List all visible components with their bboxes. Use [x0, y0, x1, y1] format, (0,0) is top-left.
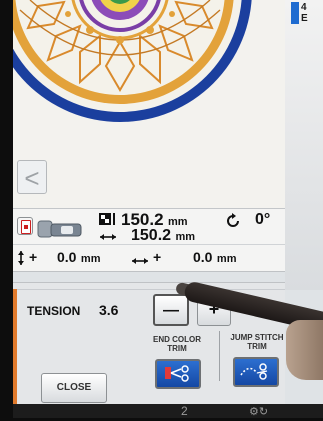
y-sign: +	[29, 249, 38, 265]
bottom-bar: 2 ⚙↻	[13, 404, 323, 418]
hoop-frame-icon	[37, 219, 83, 239]
frame-marker-icon	[21, 220, 31, 234]
close-button[interactable]: CLOSE	[41, 373, 107, 403]
thread-swatch	[291, 2, 299, 24]
y-value: 0.0	[57, 249, 77, 265]
y-unit: mm	[80, 253, 101, 265]
tension-label: TENSION	[27, 304, 81, 318]
machine-screen: 4 E < L	[13, 0, 323, 418]
x-value: 0.0	[193, 249, 213, 265]
divider	[219, 331, 220, 381]
end-color-trim-label: END COLOR	[153, 335, 201, 344]
x-unit: mm	[216, 253, 237, 265]
tension-value: 3.6	[99, 302, 119, 318]
right-sidebar	[285, 0, 323, 290]
x-sign: +	[153, 249, 162, 265]
size-info-bar: 150.2 mm 150.2 mm 0°	[13, 208, 285, 245]
end-color-trim-label-2: TRIM	[167, 344, 187, 353]
design-preview	[13, 0, 286, 208]
thread-code: E	[301, 13, 308, 24]
page-number: 2	[181, 404, 188, 418]
jump-stitch-trim-label: JUMP STITCH	[230, 333, 284, 342]
jump-stitch-icon	[240, 363, 268, 380]
jump-stitch-trim-label-2: TRIM	[247, 342, 267, 351]
tension-minus-button[interactable]: —	[153, 294, 189, 326]
end-color-trim-button[interactable]	[155, 359, 201, 389]
size-square-icon	[99, 213, 117, 227]
rotate-circle-icon	[225, 213, 241, 229]
previous-button[interactable]: <	[17, 160, 47, 194]
thread-number: 4	[301, 2, 307, 13]
position-info-bar: + 0.0 mm + 0.0 mm	[13, 244, 285, 272]
finger	[286, 320, 323, 380]
jump-stitch-trim-button[interactable]	[233, 357, 279, 387]
mandala-design-icon	[13, 0, 252, 122]
vertical-arrows-icon	[17, 250, 25, 266]
rotation-value: 0°	[255, 211, 271, 228]
horizontal-arrows-icon	[131, 253, 149, 264]
width-value: 150.2	[131, 227, 172, 244]
frame-select-button[interactable]	[17, 217, 33, 235]
width-unit: mm	[175, 231, 196, 243]
trim-scissors-icon	[165, 365, 189, 382]
thread-color-indicator: 4 E	[291, 2, 323, 34]
settings-icon[interactable]: ⚙↻	[249, 405, 268, 418]
width-arrow-icon	[99, 229, 117, 240]
